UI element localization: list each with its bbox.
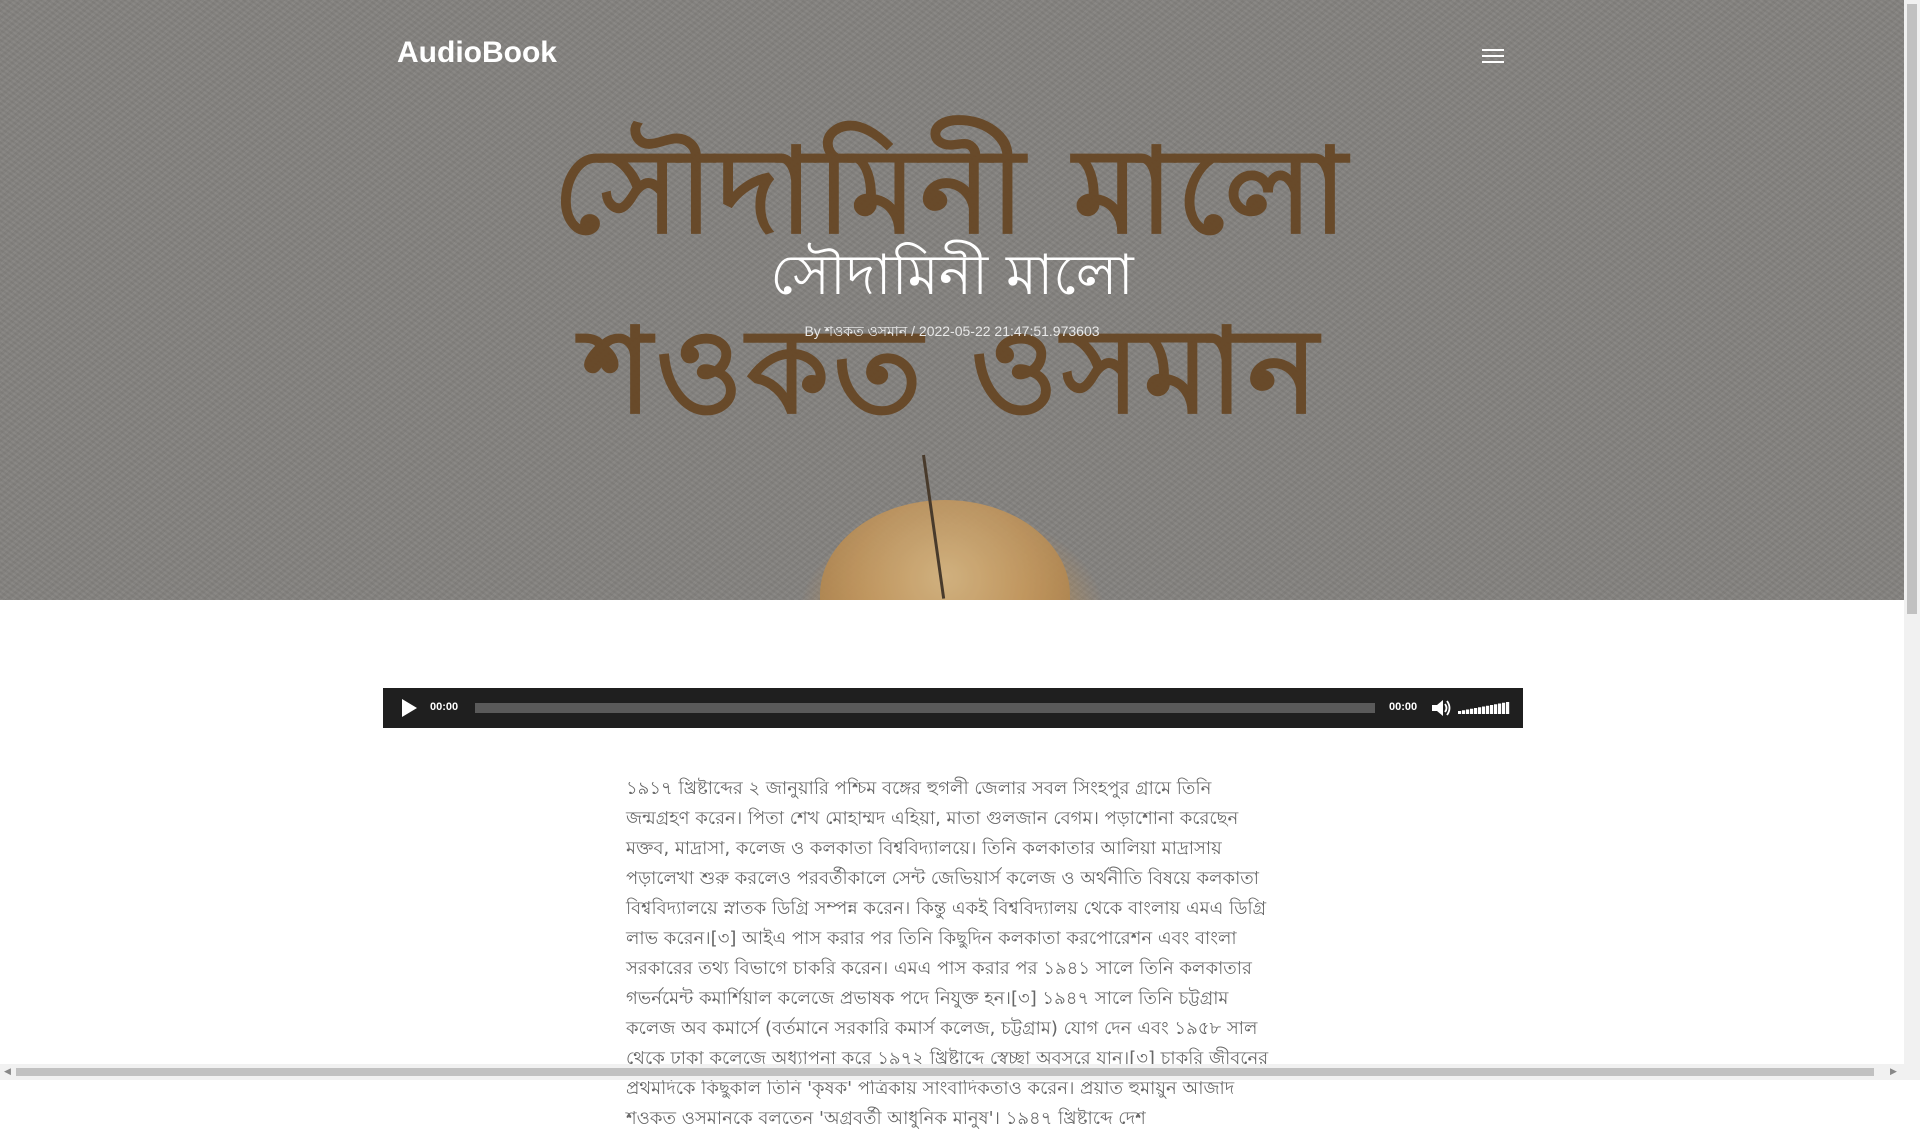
volume-bar (1490, 705, 1494, 714)
post-meta: By শওকত ওসমান / 2022-05-22 21:47:51.9736… (0, 320, 1904, 344)
hamburger-menu-icon[interactable] (1482, 49, 1504, 63)
volume-bar (1506, 702, 1510, 714)
speaker-icon[interactable] (1431, 699, 1451, 717)
progress-rail[interactable] (475, 703, 1375, 713)
volume-bar (1478, 707, 1482, 714)
volume-bar (1502, 702, 1506, 714)
volume-bar (1466, 709, 1470, 714)
vertical-scroll-thumb[interactable] (1907, 4, 1917, 614)
post-title: সৌদামিনী মালো (770, 243, 1134, 308)
vertical-scrollbar[interactable] (1904, 0, 1920, 1080)
volume-bar (1474, 708, 1478, 714)
horizontal-scrollbar[interactable]: ◀ ▶ (0, 1064, 1904, 1080)
book-description: ১৯১৭ খ্রিষ্টাব্দের ২ জানুয়ারি পশ্চিম বঙ… (626, 778, 1269, 1129)
hero-banner: সৌদামিনী মালো শওকত ওসমান AudioBook সৌদাম… (0, 0, 1904, 600)
volume-bar (1482, 706, 1486, 714)
scroll-right-icon[interactable]: ▶ (1890, 1067, 1897, 1077)
author-link[interactable]: শওকত ওসমান (825, 323, 908, 339)
horizontal-scroll-thumb[interactable] (16, 1068, 1874, 1076)
volume-slider[interactable] (1458, 700, 1510, 716)
audio-player: 00:00 00:00 (383, 688, 1523, 728)
play-icon[interactable] (402, 699, 417, 717)
scroll-left-icon[interactable]: ◀ (4, 1067, 11, 1077)
meta-separator: / (911, 323, 916, 339)
volume-bar (1458, 711, 1462, 714)
current-time: 00:00 (430, 701, 459, 713)
volume-bar (1494, 704, 1498, 714)
duration-time: 00:00 (1389, 701, 1418, 713)
post-timestamp: 2022-05-22 21:47:51.973603 (918, 323, 1100, 339)
volume-bar (1470, 708, 1474, 714)
meta-by: By (804, 323, 821, 339)
volume-bar (1462, 710, 1466, 714)
volume-bar (1498, 703, 1502, 714)
volume-bar (1486, 705, 1490, 714)
site-brand[interactable]: AudioBook (397, 36, 557, 70)
